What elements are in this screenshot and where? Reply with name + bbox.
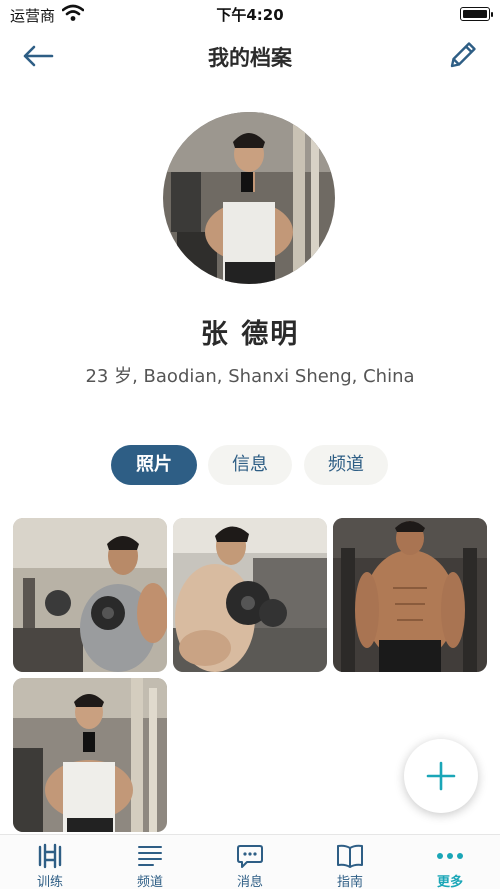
pencil-icon[interactable]: [446, 38, 480, 72]
battery-icon: [460, 7, 493, 21]
photo-side-curl[interactable]: [173, 518, 327, 672]
more-dots-icon: [437, 853, 463, 859]
chat-icon: [237, 845, 263, 868]
page-title: 我的档案: [208, 46, 292, 70]
nav-label-channel: 频道: [136, 875, 163, 889]
profile-name: 张 德明: [200, 319, 300, 350]
clock: 下午4:20: [216, 6, 284, 24]
bottom-nav: 训练 频道 消息 指南 更多: [0, 834, 500, 889]
nav-label-guide: 指南: [336, 875, 363, 889]
dumbbell-icon: [38, 843, 62, 869]
photo-dumbbell-curl[interactable]: [13, 518, 167, 672]
list-icon: [138, 846, 162, 866]
header: 我的档案: [0, 30, 500, 82]
add-photo-button[interactable]: [404, 739, 478, 813]
nav-label-training: 训练: [36, 875, 63, 889]
avatar[interactable]: [163, 112, 335, 284]
status-bar: 运营商 下午4:20: [0, 0, 500, 30]
book-icon: [337, 844, 363, 868]
nav-item-channel[interactable]: 频道: [100, 835, 200, 889]
tab-channel[interactable]: 频道: [304, 445, 388, 485]
photo-shirtless-pose[interactable]: [333, 518, 487, 672]
nav-item-more[interactable]: 更多: [400, 835, 500, 889]
nav-label-more: 更多: [436, 875, 463, 889]
plus-icon: [426, 761, 456, 791]
nav-label-messages: 消息: [236, 875, 263, 889]
photo-gym-selfie[interactable]: [13, 678, 167, 832]
tab-info[interactable]: 信息: [208, 445, 292, 485]
nav-item-training[interactable]: 训练: [0, 835, 100, 889]
profile-meta: 23 岁, Baodian, Shanxi Sheng, China: [85, 366, 415, 387]
nav-item-guide[interactable]: 指南: [300, 835, 400, 889]
tab-photos[interactable]: 照片: [111, 445, 197, 485]
nav-item-messages[interactable]: 消息: [200, 835, 300, 889]
